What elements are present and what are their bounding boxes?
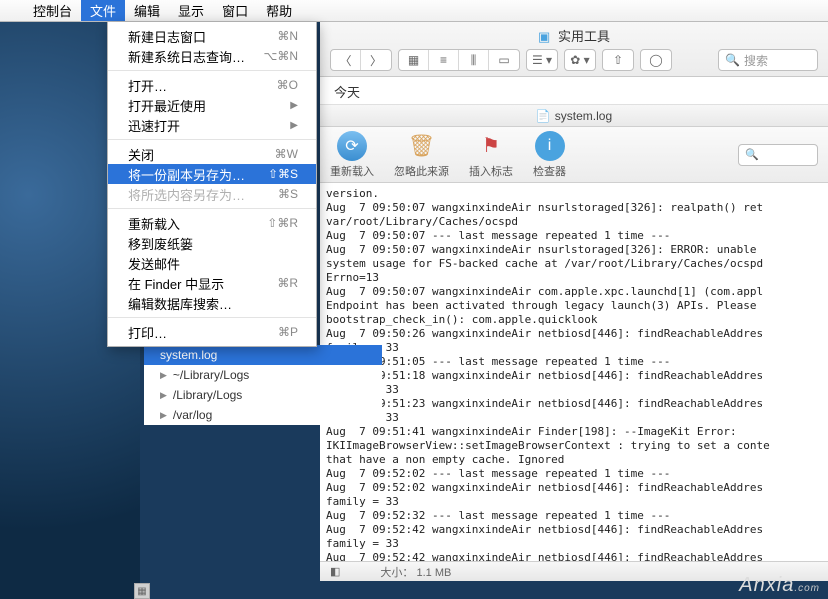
menu-edit[interactable]: 编辑 bbox=[125, 0, 169, 21]
sidebar-item[interactable]: system.log bbox=[144, 345, 382, 365]
finder-search-input[interactable]: 🔍 搜索 bbox=[718, 49, 818, 71]
reload-button[interactable]: ⟳ 重新载入 bbox=[330, 131, 374, 179]
sidebar-item[interactable]: ▶/var/log bbox=[144, 405, 382, 425]
menu-item[interactable]: 重新载入⇧⌘R bbox=[108, 213, 316, 233]
menu-item[interactable]: 移到废纸篓 bbox=[108, 233, 316, 253]
console-toolbar: ⟳ 重新载入 🗑 忽略此来源 ⚑ 插入标志 i 检查器 🔍 bbox=[320, 127, 828, 183]
search-icon: 🔍 bbox=[745, 148, 759, 161]
menu-view[interactable]: 显示 bbox=[169, 0, 213, 21]
finder-window-header: ▣ 实用工具 〈 〉 ▦ ≡ ⫼ ▭ ☰ ▾ ✿ ▾ ⇧ ◯ 🔍 搜索 bbox=[320, 22, 828, 77]
console-titlebar: 📄 system.log bbox=[320, 105, 828, 127]
menu-item[interactable]: 关闭⌘W bbox=[108, 144, 316, 164]
menu-help[interactable]: 帮助 bbox=[257, 0, 301, 21]
finder-date-header: 今天 bbox=[320, 77, 828, 105]
file-menu-dropdown: 新建日志窗口⌘N新建系统日志查询…⌥⌘N 打开…⌘O打开最近使用▶迅速打开▶ 关闭⌘… bbox=[107, 22, 317, 347]
console-search-input[interactable]: 🔍 bbox=[738, 144, 818, 166]
view-mode-buttons[interactable]: ▦ ≡ ⫼ ▭ bbox=[398, 49, 520, 71]
tags-icon[interactable]: ◯ bbox=[641, 50, 671, 70]
menu-item[interactable]: 在 Finder 中显示⌘R bbox=[108, 273, 316, 293]
sidebar-item[interactable]: ▶/Library/Logs bbox=[144, 385, 382, 405]
menu-file[interactable]: 文件 bbox=[81, 0, 125, 21]
menu-item[interactable]: 迅速打开▶ bbox=[108, 115, 316, 135]
menu-item[interactable]: 打印…⌘P bbox=[108, 322, 316, 342]
insert-flag-button[interactable]: ⚑ 插入标志 bbox=[469, 131, 513, 179]
menu-window[interactable]: 窗口 bbox=[213, 0, 257, 21]
sidebar-toggle-icon[interactable]: ◧ bbox=[330, 565, 340, 578]
list-view-icon[interactable]: ≡ bbox=[429, 50, 459, 70]
action-icon[interactable]: ✿ ▾ bbox=[565, 50, 595, 70]
menu-item: 将所选内容另存为…⌘S bbox=[108, 184, 316, 204]
menu-item[interactable]: 打开最近使用▶ bbox=[108, 95, 316, 115]
console-sidebar: system.log▶~/Library/Logs▶/Library/Logs▶… bbox=[144, 345, 382, 425]
document-icon: 📄 bbox=[536, 109, 551, 123]
menu-item[interactable]: 新建系统日志查询…⌥⌘N bbox=[108, 46, 316, 66]
search-icon: 🔍 bbox=[725, 53, 740, 67]
ignore-source-button[interactable]: 🗑 忽略此来源 bbox=[394, 131, 449, 179]
nav-buttons[interactable]: 〈 〉 bbox=[330, 49, 392, 71]
forward-icon[interactable]: 〉 bbox=[361, 50, 391, 70]
console-window: 📄 system.log ⟳ 重新载入 🗑 忽略此来源 ⚑ 插入标志 i 检查器… bbox=[320, 105, 828, 581]
folder-icon: ▣ bbox=[538, 29, 550, 44]
menubar: 控制台 文件 编辑 显示 窗口 帮助 bbox=[0, 0, 828, 22]
finder-title: ▣ 实用工具 bbox=[320, 22, 828, 45]
info-icon: i bbox=[535, 131, 565, 161]
menu-item[interactable]: 打开…⌘O bbox=[108, 75, 316, 95]
flag-icon: ⚑ bbox=[476, 131, 506, 161]
finder-title-text: 实用工具 bbox=[558, 29, 610, 44]
column-view-icon[interactable]: ⫼ bbox=[459, 50, 489, 70]
menu-console[interactable]: 控制台 bbox=[24, 0, 81, 21]
menu-item[interactable]: 将一份副本另存为…⇧⌘S bbox=[108, 164, 316, 184]
arrange-icon[interactable]: ☰ ▾ bbox=[527, 50, 557, 70]
log-content[interactable]: version. Aug 7 09:50:07 wangxinxindeAir … bbox=[320, 183, 828, 561]
trash-icon: 🗑 bbox=[407, 131, 437, 161]
coverflow-view-icon[interactable]: ▭ bbox=[489, 50, 519, 70]
back-icon[interactable]: 〈 bbox=[331, 50, 361, 70]
window-resize-handle[interactable]: ▦ bbox=[134, 583, 150, 599]
menu-item[interactable]: 发送邮件 bbox=[108, 253, 316, 273]
icon-view-icon[interactable]: ▦ bbox=[399, 50, 429, 70]
inspector-button[interactable]: i 检查器 bbox=[533, 131, 566, 179]
sidebar-item[interactable]: ▶~/Library/Logs bbox=[144, 365, 382, 385]
menu-item[interactable]: 新建日志窗口⌘N bbox=[108, 26, 316, 46]
reload-icon: ⟳ bbox=[337, 131, 367, 161]
share-icon[interactable]: ⇧ bbox=[603, 50, 633, 70]
watermark: Anxia.com bbox=[739, 574, 820, 597]
menu-item[interactable]: 编辑数据库搜索… bbox=[108, 293, 316, 313]
